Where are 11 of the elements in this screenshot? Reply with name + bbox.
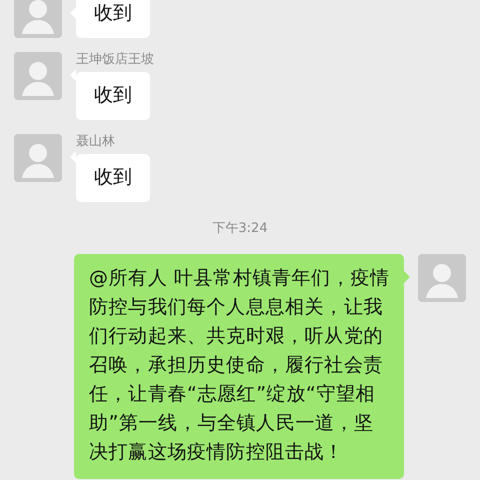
- message-bubble: 收到: [76, 0, 150, 38]
- avatar-icon[interactable]: [14, 134, 62, 182]
- avatar-icon[interactable]: [418, 254, 466, 302]
- sender-name: 王坤饭店王坡: [76, 52, 154, 68]
- timestamp: 下午3:24: [212, 220, 268, 238]
- message-bubble: 收到: [76, 154, 150, 202]
- avatar-icon[interactable]: [14, 0, 62, 38]
- message-bubble: @所有人 叶县常村镇青年们，疫情防控与我们每个人息息相关，让我们行动起来、共克时艰，听从党的召唤，承担历史使命，履行社会责任，让青春“志愿红”绽放“守望相助”第一线，与全镇人民一道，坚决打赢这场疫情防控阻击战！: [74, 254, 404, 479]
- message-bubble: 收到: [76, 72, 150, 120]
- avatar-icon[interactable]: [14, 52, 62, 100]
- sender-name: 聂山林: [76, 134, 115, 150]
